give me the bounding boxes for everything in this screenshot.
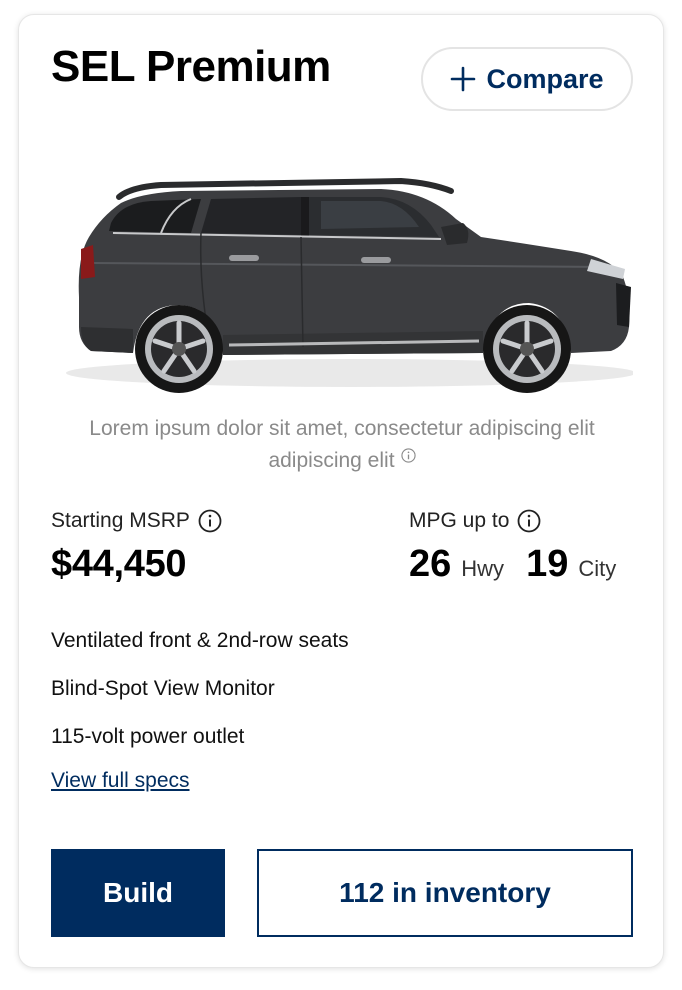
car-image <box>66 177 633 393</box>
mpg-label-row: MPG up to <box>409 509 616 533</box>
trim-card: SEL Premium Compare Lorem ipsum dolor si… <box>18 14 664 968</box>
info-icon[interactable] <box>400 448 416 463</box>
msrp-section: Starting MSRP $44,450 <box>51 509 222 586</box>
msrp-label-row: Starting MSRP <box>51 509 222 533</box>
msrp-value: $44,450 <box>51 543 187 585</box>
build-button[interactable]: Build <box>51 849 225 937</box>
disclaimer-label: Lorem ipsum dolor sit amet, consectetur … <box>89 417 595 472</box>
compare-button[interactable]: Compare <box>421 47 633 111</box>
feature-item: Blind-Spot View Monitor <box>51 677 275 700</box>
compare-label: Compare <box>486 63 604 94</box>
msrp-label: Starting MSRP <box>51 509 190 532</box>
trim-title: SEL Premium <box>51 42 331 91</box>
mpg-city-unit: City <box>578 556 617 581</box>
feature-list: Ventilated front & 2nd-row seats Blind-S… <box>51 625 349 769</box>
view-full-specs-link[interactable]: View full specs <box>51 769 190 793</box>
plus-icon <box>451 66 476 92</box>
info-icon[interactable] <box>517 509 541 533</box>
mpg-section: MPG up to 26 Hwy 19 City <box>409 509 616 586</box>
feature-item: 115-volt power outlet <box>51 725 245 748</box>
info-icon[interactable] <box>198 509 222 533</box>
feature-item: Ventilated front & 2nd-row seats <box>51 629 349 652</box>
mpg-label: MPG up to <box>409 509 510 532</box>
mpg-hwy-value: 26 <box>409 543 452 585</box>
mpg-values: 26 Hwy 19 City <box>409 543 616 586</box>
disclaimer-text: Lorem ipsum dolor sit amet, consectetur … <box>51 413 633 477</box>
inventory-button[interactable]: 112 in inventory <box>257 849 633 937</box>
mpg-city-value: 19 <box>526 543 569 585</box>
mpg-hwy-unit: Hwy <box>461 556 505 581</box>
